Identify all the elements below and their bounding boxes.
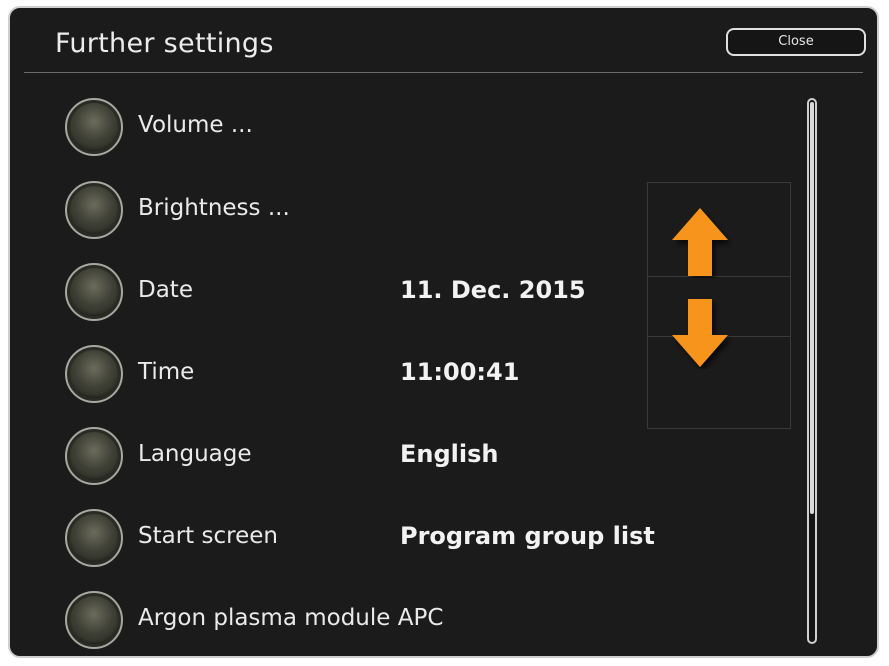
settings-screen: Further settings Close Volume ... Bright…: [8, 6, 879, 658]
setting-row-language[interactable]: Language English: [10, 427, 810, 487]
scrollbar-thumb[interactable]: [810, 102, 814, 514]
setting-label: Volume ...: [138, 112, 253, 138]
setting-value: 11. Dec. 2015: [400, 276, 586, 304]
setting-knob-button[interactable]: [65, 263, 123, 321]
setting-knob-button[interactable]: [65, 591, 123, 649]
setting-value: English: [400, 440, 499, 468]
setting-row-start-screen[interactable]: Start screen Program group list: [10, 509, 810, 569]
setting-label: Brightness ...: [138, 195, 290, 221]
setting-row-volume[interactable]: Volume ...: [10, 98, 810, 158]
setting-row-argon-plasma[interactable]: Argon plasma module APC: [10, 591, 810, 651]
setting-label: Language: [138, 441, 252, 467]
setting-label: Time: [138, 359, 195, 385]
setting-value: Program group list: [400, 522, 655, 550]
setting-knob-button[interactable]: [65, 181, 123, 239]
scrollbar-track[interactable]: [807, 98, 817, 644]
close-button[interactable]: Close: [726, 28, 866, 56]
setting-label: Start screen: [138, 523, 278, 549]
setting-knob-button[interactable]: [65, 98, 123, 156]
arrow-down-icon[interactable]: [668, 297, 732, 369]
setting-knob-button[interactable]: [65, 427, 123, 485]
setting-knob-button[interactable]: [65, 509, 123, 567]
setting-value: 11:00:41: [400, 358, 520, 386]
setting-label: Date: [138, 277, 193, 303]
setting-knob-button[interactable]: [65, 345, 123, 403]
setting-label: Argon plasma module APC: [138, 605, 444, 631]
page-title: Further settings: [55, 28, 274, 59]
header-divider: [24, 72, 863, 73]
header: Further settings Close: [10, 8, 877, 73]
arrow-up-icon[interactable]: [668, 206, 732, 278]
